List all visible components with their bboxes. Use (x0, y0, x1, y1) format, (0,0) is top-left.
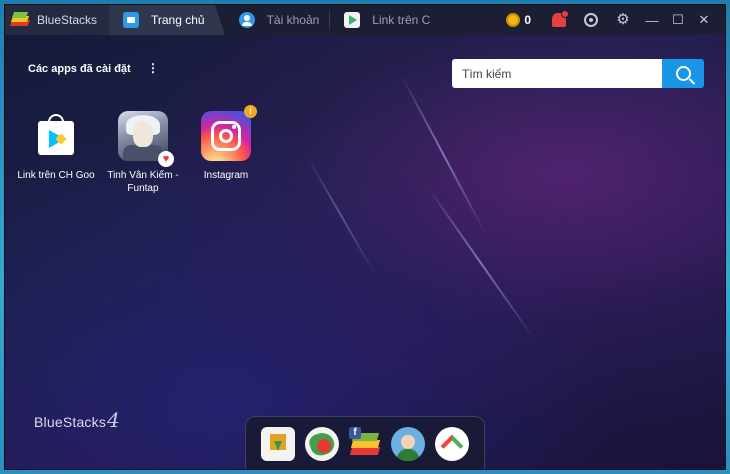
account-icon (238, 12, 255, 28)
avatar-app-icon[interactable] (391, 426, 426, 461)
app-tinh-van-kiem[interactable]: ♥ Tinh Vân Kiếm - Funtap (101, 111, 185, 195)
maximize-icon[interactable]: ☐ (670, 12, 686, 28)
search-input[interactable] (452, 59, 662, 88)
app-name: BlueStacks (37, 13, 98, 27)
app-google-play[interactable]: Link trên CH Goo (14, 111, 98, 182)
search-bar (452, 59, 704, 88)
bell-icon[interactable] (552, 10, 569, 27)
background-streak (305, 154, 377, 277)
instagram-icon: i (201, 105, 257, 161)
app-label: Link trên CH Goo (17, 170, 95, 181)
play-store-icon (344, 12, 361, 28)
home-screen: Các apps đã cài đặt ⋮ Link trên CH Goo (5, 35, 725, 469)
watermark-text: BlueStacks (34, 414, 107, 430)
app-label: Instagram (203, 170, 249, 181)
background-streak (425, 183, 536, 341)
bluestacks-logo-icon (9, 12, 31, 28)
up-arrow-app-icon[interactable] (434, 426, 469, 461)
bluestacks-window: BlueStacks Trang chủ Tài khoản Link trên… (4, 4, 726, 470)
bluestacks-facebook-icon[interactable]: f (348, 426, 382, 461)
titlebar-controls: 0 ⚙ — ☐ ✕ (506, 5, 725, 35)
more-options-icon[interactable]: ⋮ (147, 62, 159, 74)
tab-home-label: Trang chủ (151, 13, 205, 27)
gear-icon[interactable]: ⚙ (616, 12, 630, 27)
record-icon[interactable] (584, 13, 598, 27)
desktop-background: BlueStacks Trang chủ Tài khoản Link trên… (0, 0, 730, 474)
search-button[interactable] (662, 59, 704, 88)
bluestacks-watermark: BlueStacks4 (34, 408, 120, 432)
installed-apps-title: Các apps đã cài đặt (28, 63, 131, 75)
google-play-icon (31, 111, 81, 161)
tab-play-store[interactable]: Link trên C (330, 5, 440, 35)
app-label: Tinh Vân Kiếm - Funtap (107, 170, 179, 194)
coin-count: 0 (524, 13, 531, 27)
download-icon[interactable] (261, 426, 296, 461)
app-instagram[interactable]: i Instagram (184, 105, 268, 182)
coin-icon[interactable] (506, 13, 521, 27)
heart-icon: ♥ (158, 151, 174, 167)
watermark-version: 4 (107, 408, 120, 432)
app-dock: f (245, 416, 485, 469)
brand: BlueStacks (5, 5, 109, 35)
app-center-icon[interactable] (304, 426, 339, 461)
tab-play-store-label: Link trên C (372, 13, 431, 27)
minimize-icon[interactable]: — (644, 13, 660, 28)
title-bar: BlueStacks Trang chủ Tài khoản Link trên… (5, 5, 725, 35)
info-icon: i (244, 105, 257, 118)
home-icon (123, 12, 139, 28)
tab-account[interactable]: Tài khoản (225, 5, 330, 35)
tab-home[interactable]: Trang chủ (109, 5, 225, 35)
search-icon (675, 66, 691, 81)
close-icon[interactable]: ✕ (696, 12, 712, 28)
tab-account-label: Tài khoản (266, 13, 320, 27)
